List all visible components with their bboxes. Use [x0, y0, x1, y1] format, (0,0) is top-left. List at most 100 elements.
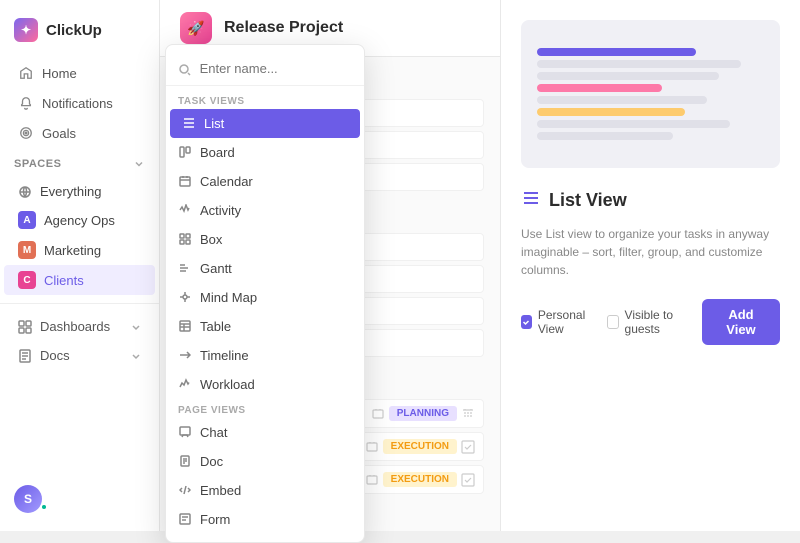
- nav-home[interactable]: Home: [4, 58, 155, 88]
- nav-notifications[interactable]: Notifications: [4, 88, 155, 118]
- preview-bar-1: [537, 48, 696, 56]
- dropdown-menu: TASK VIEWS List Board Calendar Activity …: [165, 44, 365, 543]
- view-list-label: List: [204, 116, 224, 131]
- preview-bar-3: [537, 72, 719, 80]
- list-view-header: List View: [521, 180, 780, 213]
- logo-text: ClickUp: [46, 22, 102, 39]
- view-mind-map[interactable]: Mind Map: [166, 283, 364, 312]
- visible-guests-checkbox[interactable]: [607, 315, 618, 329]
- preview-bar-6: [537, 108, 685, 116]
- nav-dashboards-label: Dashboards: [40, 319, 110, 334]
- space-marketing-label: Marketing: [44, 243, 101, 258]
- nav-dashboards[interactable]: Dashboards: [4, 312, 155, 341]
- board-icon: [178, 146, 192, 158]
- logo-icon: ✦: [14, 18, 38, 42]
- marketing-avatar: M: [18, 241, 36, 259]
- space-marketing[interactable]: M Marketing: [4, 235, 155, 265]
- list-view-description: Use List view to organize your tasks in …: [521, 225, 780, 279]
- personal-view-row[interactable]: Personal View: [521, 308, 597, 336]
- view-workload-label: Workload: [200, 377, 255, 392]
- personal-view-checkbox[interactable]: [521, 315, 532, 329]
- table-icon: [178, 320, 192, 332]
- nav-notifications-label: Notifications: [42, 96, 113, 111]
- space-agency-ops[interactable]: A Agency Ops: [4, 205, 155, 235]
- list-preview: [537, 36, 764, 152]
- list-icon: [182, 117, 196, 129]
- view-activity-label: Activity: [200, 203, 241, 218]
- user-avatar[interactable]: S: [14, 485, 42, 513]
- sidebar: ✦ ClickUp Home Notifications Goals Space…: [0, 0, 160, 531]
- view-table-label: Table: [200, 319, 231, 334]
- view-timeline-label: Timeline: [200, 348, 249, 363]
- view-calendar[interactable]: Calendar: [166, 167, 364, 196]
- view-chat[interactable]: Chat: [166, 418, 364, 447]
- personal-view-label: Personal View: [538, 308, 597, 336]
- preview-bar-8: [537, 132, 673, 140]
- activity-icon: [178, 204, 192, 216]
- view-list[interactable]: List: [170, 109, 360, 138]
- nav-docs-label: Docs: [40, 348, 70, 363]
- nav-home-label: Home: [42, 66, 77, 81]
- view-embed-label: Embed: [200, 483, 241, 498]
- project-title: Release Project: [224, 19, 343, 37]
- calendar-icon: [178, 175, 192, 187]
- target-icon: [18, 125, 34, 141]
- spaces-list: Everything A Agency Ops M Marketing C Cl…: [0, 178, 159, 295]
- space-everything-label: Everything: [40, 184, 101, 199]
- space-everything[interactable]: Everything: [4, 178, 155, 205]
- task-tag: PLANNING: [389, 406, 457, 421]
- list-preview-area: [521, 20, 780, 168]
- spaces-header: Spaces: [14, 158, 145, 170]
- visible-guests-label: Visible to guests: [625, 308, 692, 336]
- nav-goals[interactable]: Goals: [4, 118, 155, 148]
- doc-icon: [178, 455, 192, 467]
- user-footer: S: [0, 477, 160, 521]
- view-timeline[interactable]: Timeline: [166, 341, 364, 370]
- chat-icon: [178, 426, 192, 438]
- task-tag: EXECUTION: [383, 472, 457, 487]
- view-chat-label: Chat: [200, 425, 227, 440]
- view-board-label: Board: [200, 145, 235, 160]
- user-status-dot: [40, 503, 48, 511]
- dropdown-search-input[interactable]: [200, 61, 352, 76]
- add-view-button[interactable]: Add View: [702, 299, 780, 345]
- page-views-label: PAGE VIEWS: [166, 399, 364, 418]
- view-gantt[interactable]: Gantt: [166, 254, 364, 283]
- view-form-label: Form: [200, 512, 230, 527]
- nav-docs[interactable]: Docs: [4, 341, 155, 370]
- space-clients[interactable]: C Clients: [4, 265, 155, 295]
- embed-icon: [178, 484, 192, 496]
- visible-guests-row[interactable]: Visible to guests: [607, 308, 692, 336]
- gantt-icon: [178, 262, 192, 274]
- view-form[interactable]: Form: [166, 505, 364, 534]
- right-panel: List View Use List view to organize your…: [500, 0, 800, 531]
- view-gantt-label: Gantt: [200, 261, 232, 276]
- view-calendar-label: Calendar: [200, 174, 253, 189]
- workload-icon: [178, 378, 192, 390]
- box-icon: [178, 233, 192, 245]
- space-agency-ops-label: Agency Ops: [44, 213, 115, 228]
- mind-map-icon: [178, 291, 192, 303]
- view-doc[interactable]: Doc: [166, 447, 364, 476]
- task-views-label: TASK VIEWS: [166, 90, 364, 109]
- view-table[interactable]: Table: [166, 312, 364, 341]
- list-view-options: Personal View Visible to guests Add View: [521, 299, 780, 345]
- spaces-section: Spaces: [0, 148, 159, 174]
- view-activity[interactable]: Activity: [166, 196, 364, 225]
- view-doc-label: Doc: [200, 454, 223, 469]
- project-icon: 🚀: [180, 12, 212, 44]
- task-tag: EXECUTION: [383, 439, 457, 454]
- space-clients-label: Clients: [44, 273, 84, 288]
- agency-ops-avatar: A: [18, 211, 36, 229]
- form-icon: [178, 513, 192, 525]
- view-embed[interactable]: Embed: [166, 476, 364, 505]
- view-workload[interactable]: Workload: [166, 370, 364, 399]
- view-mind-map-label: Mind Map: [200, 290, 257, 305]
- preview-bar-4: [537, 84, 662, 92]
- view-box-label: Box: [200, 232, 222, 247]
- list-view-title: List View: [549, 190, 627, 211]
- view-box[interactable]: Box: [166, 225, 364, 254]
- view-board[interactable]: Board: [166, 138, 364, 167]
- preview-bar-5: [537, 96, 707, 104]
- preview-bar-2: [537, 60, 741, 68]
